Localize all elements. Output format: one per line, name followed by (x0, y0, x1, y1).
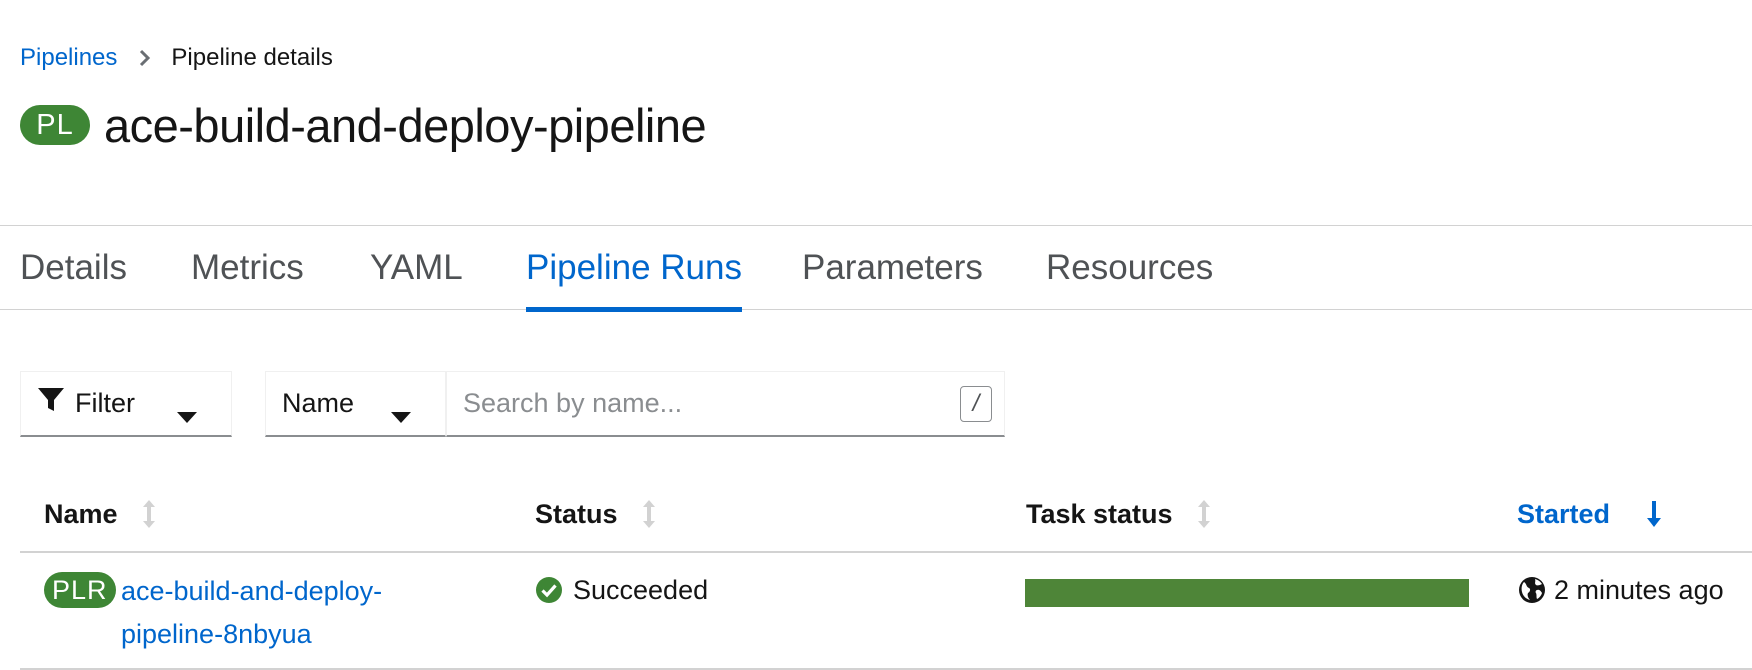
column-header-started[interactable]: Started (1517, 496, 1662, 532)
caret-down-icon (391, 400, 411, 431)
task-status-fill (1025, 579, 1469, 607)
arrow-down-icon (1646, 500, 1662, 528)
status-text: Succeeded (573, 574, 709, 605)
table-header-divider (20, 551, 1752, 553)
status-cell: Succeeded (535, 572, 708, 608)
tab-pipeline-runs[interactable]: Pipeline Runs (526, 226, 742, 312)
column-header-name[interactable]: Name (44, 496, 156, 532)
pipelinerun-badge: PLR (44, 572, 116, 608)
breadcrumb-current: Pipeline details (171, 44, 333, 71)
column-header-task-status[interactable]: Task status (1026, 496, 1211, 532)
table-row-divider (20, 668, 1752, 670)
search-input[interactable] (447, 372, 1004, 435)
tab-yaml[interactable]: YAML (370, 226, 463, 310)
started-cell: 2 minutes ago (1518, 572, 1724, 608)
pipeline-badge: PL (20, 105, 90, 145)
tab-parameters[interactable]: Parameters (802, 226, 983, 310)
filter-label: Filter (75, 388, 135, 418)
globe-icon (1518, 576, 1546, 604)
pipelinerun-name-link[interactable]: ace-build-and-deploy-pipeline-8nbyua (121, 570, 431, 656)
chevron-right-icon (139, 49, 151, 67)
caret-down-icon (177, 400, 197, 431)
search-attribute-value: Name (282, 388, 355, 418)
keyboard-shortcut-hint: / (960, 386, 992, 422)
sort-arrows-icon (1197, 499, 1211, 529)
pipeline-details-page: Pipelines Pipeline details PL ace-build-… (0, 0, 1752, 670)
search-attribute-select[interactable]: Name (265, 371, 446, 437)
column-header-label: Task status (1026, 498, 1173, 529)
search-box: / (446, 371, 1005, 437)
check-circle-icon (535, 576, 563, 604)
tab-metrics[interactable]: Metrics (191, 226, 304, 310)
column-header-label: Started (1517, 498, 1611, 529)
column-header-label: Status (535, 498, 618, 529)
tab-bar: Details Metrics YAML Pipeline Runs Param… (0, 225, 1752, 312)
filter-dropdown[interactable]: Filter (20, 371, 232, 437)
column-header-label: Name (44, 498, 118, 529)
filter-icon (37, 386, 65, 421)
breadcrumb-pipelines-link[interactable]: Pipelines (20, 44, 117, 72)
task-status-bar[interactable] (1025, 579, 1469, 607)
breadcrumb: Pipelines Pipeline details (20, 40, 333, 76)
sort-arrows-icon (642, 499, 656, 529)
tab-resources[interactable]: Resources (1046, 226, 1213, 310)
sort-arrows-icon (142, 499, 156, 529)
page-title: ace-build-and-deploy-pipeline (104, 98, 707, 152)
page-header: PL ace-build-and-deploy-pipeline (20, 92, 707, 158)
column-header-status[interactable]: Status (535, 496, 656, 532)
started-time: 2 minutes ago (1554, 574, 1724, 605)
tab-details[interactable]: Details (20, 226, 127, 310)
